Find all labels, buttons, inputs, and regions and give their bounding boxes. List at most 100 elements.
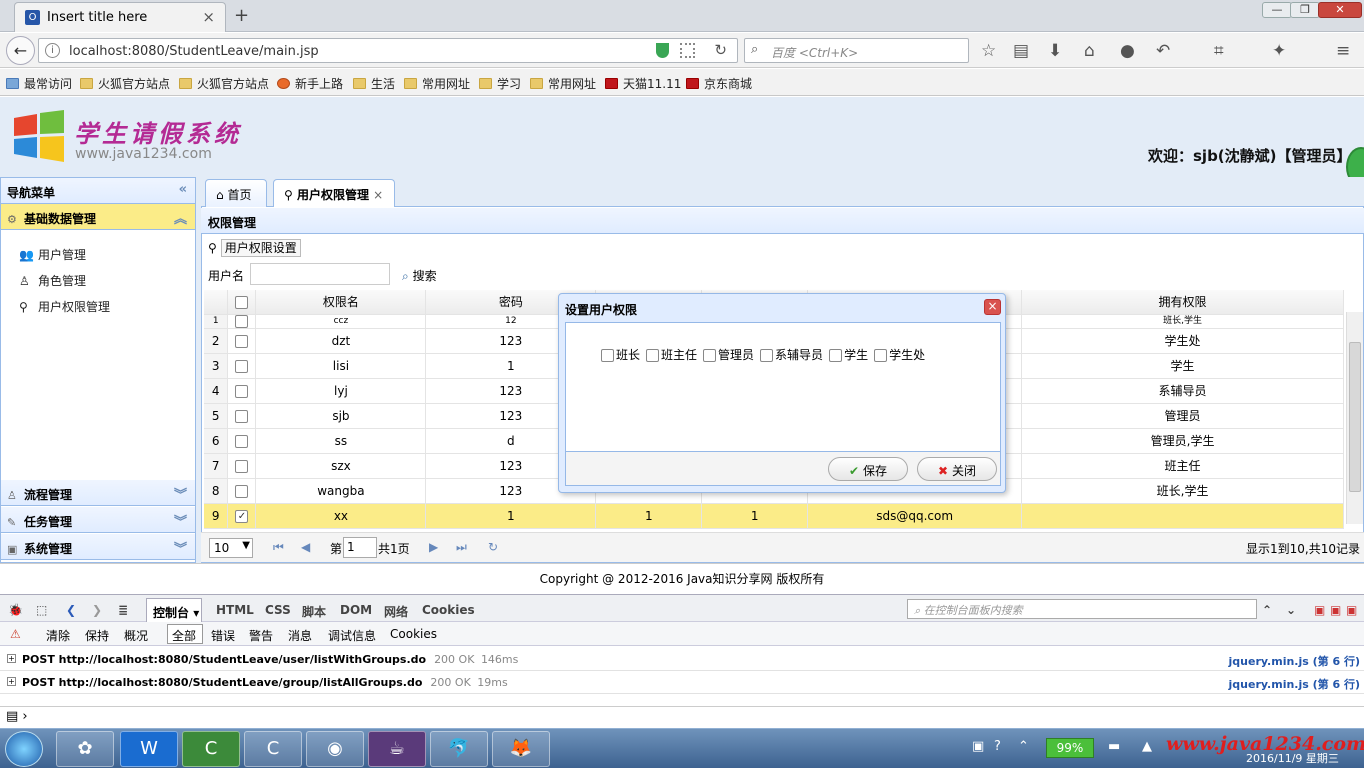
log-source-link[interactable]: jquery.min.js (第 6 行) bbox=[1229, 653, 1360, 669]
prev-page-icon[interactable]: ◀ bbox=[301, 540, 310, 554]
bookmark-star-icon[interactable]: ☆ bbox=[981, 41, 996, 61]
last-page-icon[interactable]: ⏭ bbox=[456, 540, 467, 555]
sidebar-group-process[interactable]: ♙ 流程管理 ︾ bbox=[1, 480, 195, 506]
page-size-select[interactable]: 10 ▼ bbox=[209, 538, 253, 558]
checkbox[interactable] bbox=[760, 349, 774, 362]
user-permission-setting-button[interactable]: ⚲ 用户权限设置 bbox=[208, 239, 301, 257]
tab-dom[interactable]: DOM bbox=[340, 603, 372, 617]
firebug-minimize-icon[interactable]: ▣ bbox=[1314, 603, 1325, 617]
permission-option[interactable]: 学生 bbox=[829, 348, 868, 362]
home-icon[interactable]: ⌂ bbox=[1084, 41, 1095, 61]
bookmark-item[interactable]: 京东商城 bbox=[686, 75, 752, 92]
taskbar-app-icon[interactable]: ✿ bbox=[56, 731, 114, 767]
row-checkbox[interactable] bbox=[227, 353, 257, 379]
table-row[interactable]: 9 ✓ xx 1 1 1 sds@qq.com bbox=[204, 503, 1344, 529]
tab-network[interactable]: 网络 bbox=[384, 603, 408, 620]
firebug-detach-icon[interactable]: ▣ bbox=[1330, 603, 1341, 617]
table-scrollbar[interactable] bbox=[1346, 312, 1363, 524]
battery-indicator[interactable]: 99% bbox=[1046, 738, 1094, 758]
tab-html[interactable]: HTML bbox=[216, 603, 254, 617]
row-checkbox[interactable]: ✓ bbox=[227, 503, 257, 529]
close-button[interactable]: ✖ 关闭 bbox=[917, 457, 997, 481]
sidebar-item-user-management[interactable]: 👥 用户管理 bbox=[19, 246, 86, 263]
bookmark-item[interactable]: 最常访问 bbox=[6, 75, 72, 92]
bookmark-item[interactable]: 火狐官方站点 bbox=[179, 75, 269, 92]
filter-warnings[interactable]: 警告 bbox=[249, 627, 273, 644]
errors-icon[interactable]: ⚠ bbox=[10, 627, 21, 641]
filter-cookies[interactable]: Cookies bbox=[390, 627, 437, 641]
firebug-search-input[interactable]: ⌕ 在控制台面板内搜索 bbox=[907, 599, 1257, 619]
taskbar-word-icon[interactable]: W bbox=[120, 731, 178, 767]
permission-option[interactable]: 班长 bbox=[601, 348, 640, 362]
checkbox[interactable] bbox=[874, 349, 888, 362]
search-button[interactable]: ⌕ 搜索 bbox=[402, 267, 437, 284]
taskbar-mysql-icon[interactable]: 🐬 bbox=[430, 731, 488, 767]
bookmark-item[interactable]: 常用网址 bbox=[404, 75, 470, 92]
bookmark-item[interactable]: 天猫11.11 bbox=[605, 75, 681, 92]
tray-arrow-icon[interactable]: ▲ bbox=[1142, 739, 1152, 754]
bookmark-item[interactable]: 学习 bbox=[479, 75, 521, 92]
help-icon[interactable]: ? bbox=[994, 739, 1001, 754]
checkbox[interactable] bbox=[235, 409, 249, 423]
tray-icon[interactable]: ▣ bbox=[972, 739, 984, 754]
filter-all[interactable]: 全部 bbox=[167, 624, 203, 644]
qr-code-icon[interactable] bbox=[680, 43, 695, 58]
expand-icon[interactable]: + bbox=[7, 677, 16, 686]
tray-expand-icon[interactable]: ⌃ bbox=[1018, 739, 1029, 754]
back-icon[interactable]: ❮ bbox=[66, 603, 76, 617]
sidebar-group-basic-data[interactable]: ⚙ 基础数据管理 ︽ bbox=[1, 204, 195, 230]
tab-close-icon[interactable]: × bbox=[202, 8, 215, 26]
reading-list-icon[interactable]: ▤ bbox=[1013, 41, 1029, 61]
bookmark-item[interactable]: 新手上路 bbox=[277, 75, 343, 92]
clock-date[interactable]: 2016/11/9 星期三 bbox=[1246, 750, 1339, 766]
row-checkbox[interactable] bbox=[227, 378, 257, 404]
taskbar-eclipse-icon[interactable]: ☕ bbox=[368, 731, 426, 767]
checkbox[interactable]: ✓ bbox=[235, 509, 249, 523]
row-checkbox[interactable] bbox=[227, 403, 257, 429]
minimize-button[interactable]: — bbox=[1262, 2, 1292, 18]
filter-clear[interactable]: 清除 bbox=[46, 627, 70, 644]
username-input[interactable] bbox=[250, 263, 390, 285]
checkbox[interactable] bbox=[235, 314, 249, 327]
tab-cookies[interactable]: Cookies bbox=[422, 603, 475, 617]
save-button[interactable]: ✔ 保存 bbox=[828, 457, 908, 481]
menu-icon[interactable]: ≡ bbox=[1336, 41, 1350, 61]
filter-profile[interactable]: 概况 bbox=[124, 627, 148, 644]
permission-option[interactable]: 系辅导员 bbox=[760, 348, 823, 362]
sidebar-group-system[interactable]: ▣ 系统管理 ︾ bbox=[1, 534, 195, 560]
chevron-down-icon[interactable]: ⌄ bbox=[1286, 603, 1296, 617]
checkbox[interactable] bbox=[235, 384, 249, 398]
shield-icon[interactable] bbox=[656, 43, 669, 58]
checkbox[interactable] bbox=[235, 334, 249, 348]
row-checkbox[interactable] bbox=[227, 453, 257, 479]
permission-option[interactable]: 班主任 bbox=[646, 348, 697, 362]
collapse-icon[interactable]: « bbox=[179, 182, 187, 197]
filter-info[interactable]: 消息 bbox=[288, 627, 312, 644]
console-log-row[interactable]: + POST http://localhost:8080/StudentLeav… bbox=[0, 648, 1364, 671]
row-checkbox[interactable] bbox=[227, 428, 257, 454]
tab-console[interactable]: 控制台 ▾ bbox=[146, 598, 202, 622]
first-page-icon[interactable]: ⏮ bbox=[273, 540, 284, 555]
tab-close-icon[interactable]: × bbox=[373, 188, 383, 202]
back-button[interactable]: ← bbox=[6, 36, 35, 65]
checkbox[interactable] bbox=[235, 434, 249, 448]
refresh-icon[interactable]: ↻ bbox=[488, 540, 498, 554]
tab-user-permission[interactable]: ⚲ 用户权限管理 × bbox=[273, 179, 395, 207]
extension-icon[interactable]: ✦ bbox=[1272, 41, 1286, 61]
dialog-close-icon[interactable]: × bbox=[984, 299, 1001, 315]
inspect-icon[interactable]: ⬚ bbox=[36, 603, 47, 617]
bookmark-item[interactable]: 常用网址 bbox=[530, 75, 596, 92]
undo-icon[interactable]: ↶ bbox=[1156, 41, 1170, 61]
row-checkbox[interactable] bbox=[227, 478, 257, 504]
filter-persist[interactable]: 保持 bbox=[85, 627, 109, 644]
sidebar-group-task[interactable]: ✎ 任务管理 ︾ bbox=[1, 507, 195, 533]
download-icon[interactable]: ⬇ bbox=[1048, 41, 1062, 61]
filter-errors[interactable]: 错误 bbox=[211, 627, 235, 644]
bookmark-item[interactable]: 生活 bbox=[353, 75, 395, 92]
info-icon[interactable]: i bbox=[45, 43, 60, 58]
tab-css[interactable]: CSS bbox=[265, 603, 291, 617]
checkbox[interactable] bbox=[235, 359, 249, 373]
taskbar-firefox-icon[interactable]: 🦊 bbox=[492, 731, 550, 767]
forward-icon[interactable]: ❯ bbox=[92, 603, 102, 617]
col-header[interactable]: 权限名 bbox=[255, 290, 427, 315]
